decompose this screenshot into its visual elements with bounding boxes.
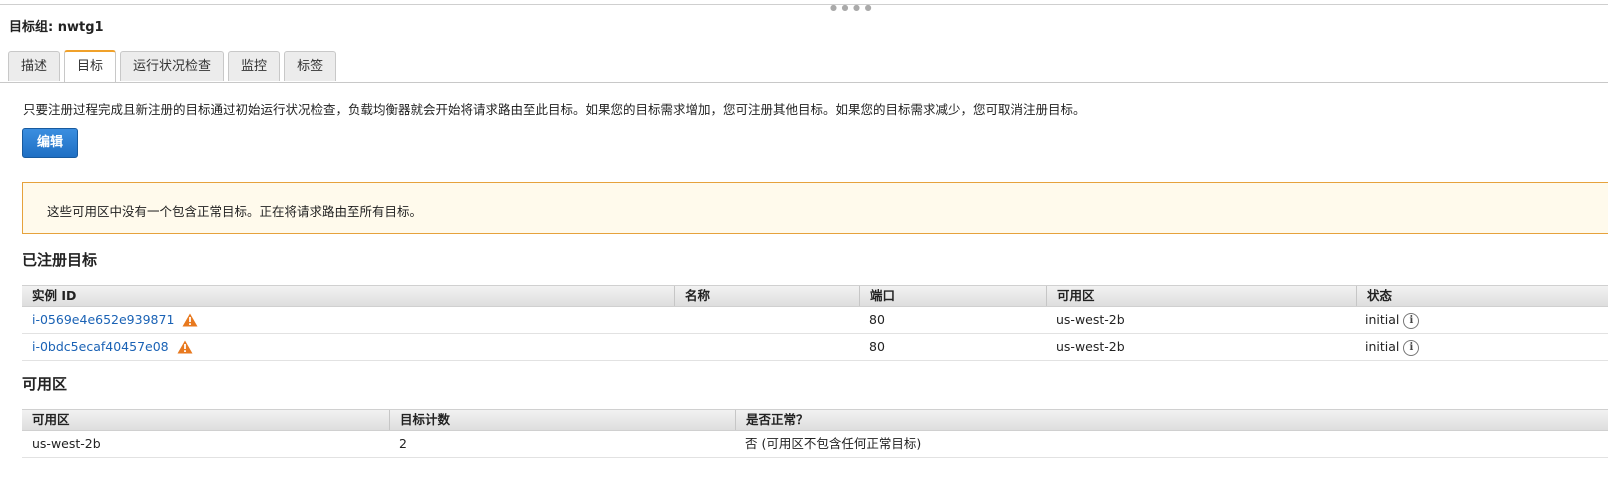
column-header-healthy[interactable]: 是否正常？ xyxy=(735,410,1608,430)
tab-divider xyxy=(0,82,1608,83)
status-cell: initial i xyxy=(1355,334,1420,360)
table-row: i-0569e4e652e939871 80 us-west-2b initia… xyxy=(22,307,1608,334)
targets-description: 只要注册过程完成且新注册的目标通过初始运行状况检查，负载均衡器就会开始将请求路由… xyxy=(23,102,1086,117)
instance-id-cell: i-0569e4e652e939871 xyxy=(22,307,198,333)
column-header-az[interactable]: 可用区 xyxy=(1046,286,1356,306)
port-cell: 80 xyxy=(869,312,885,327)
healthy-cell: 否 (可用区不包含任何正常目标) xyxy=(745,436,922,451)
panel-top-border xyxy=(0,4,1608,5)
tab-bar: 描述 目标 运行状况检查 监控 标签 xyxy=(8,50,340,83)
registered-targets-table: 实例 ID 名称 端口 可用区 状态 i-0569e4e652e939871 8… xyxy=(22,285,1608,361)
availability-zones-title: 可用区 xyxy=(22,375,68,393)
instance-id-link[interactable]: i-0569e4e652e939871 xyxy=(32,312,174,327)
column-header-target-count[interactable]: 目标计数 xyxy=(389,410,735,430)
az-cell: us-west-2b xyxy=(1056,339,1125,354)
status-cell: initial i xyxy=(1355,307,1420,333)
resize-grip-icon[interactable]: ● ● ● ● xyxy=(830,4,873,12)
column-header-status[interactable]: 状态 xyxy=(1356,286,1608,306)
status-text: initial xyxy=(1365,339,1400,354)
info-circle-icon[interactable]: i xyxy=(1403,339,1420,356)
status-text: initial xyxy=(1365,312,1400,327)
page-title: 目标组: nwtg1 xyxy=(9,20,104,35)
instance-id-link[interactable]: i-0bdc5ecaf40457e08 xyxy=(32,339,169,354)
tab-targets[interactable]: 目标 xyxy=(64,50,117,83)
column-header-port[interactable]: 端口 xyxy=(859,286,1046,306)
zone-cell: us-west-2b xyxy=(32,436,101,451)
table-header: 可用区 目标计数 是否正常？ xyxy=(22,409,1608,431)
column-header-zone[interactable]: 可用区 xyxy=(22,410,389,430)
port-cell: 80 xyxy=(869,339,885,354)
availability-zones-table: 可用区 目标计数 是否正常？ us-west-2b 2 否 (可用区不包含任何正… xyxy=(22,409,1608,458)
tab-health-checks[interactable]: 运行状况检查 xyxy=(120,51,225,81)
count-cell: 2 xyxy=(399,436,407,451)
az-cell: us-west-2b xyxy=(1056,312,1125,327)
table-row: i-0bdc5ecaf40457e08 80 us-west-2b initia… xyxy=(22,334,1608,361)
name-cell xyxy=(674,307,684,333)
table-header: 实例 ID 名称 端口 可用区 状态 xyxy=(22,285,1608,307)
tab-monitoring[interactable]: 监控 xyxy=(228,51,281,81)
edit-button[interactable]: 编辑 xyxy=(22,128,78,158)
column-header-instance-id[interactable]: 实例 ID xyxy=(22,286,674,306)
tab-tags[interactable]: 标签 xyxy=(284,51,337,81)
tab-description[interactable]: 描述 xyxy=(8,51,61,81)
registered-targets-title: 已注册目标 xyxy=(22,251,98,269)
name-cell xyxy=(674,334,684,360)
alert-message: 这些可用区中没有一个包含正常目标。正在将请求路由至所有目标。 xyxy=(47,204,423,219)
info-circle-icon[interactable]: i xyxy=(1403,312,1420,329)
column-header-name[interactable]: 名称 xyxy=(674,286,859,306)
warning-alert: 这些可用区中没有一个包含正常目标。正在将请求路由至所有目标。 xyxy=(22,182,1608,234)
warning-triangle-icon[interactable] xyxy=(177,340,193,354)
table-row: us-west-2b 2 否 (可用区不包含任何正常目标) xyxy=(22,431,1608,458)
instance-id-cell: i-0bdc5ecaf40457e08 xyxy=(22,334,193,360)
warning-triangle-icon[interactable] xyxy=(182,313,198,327)
